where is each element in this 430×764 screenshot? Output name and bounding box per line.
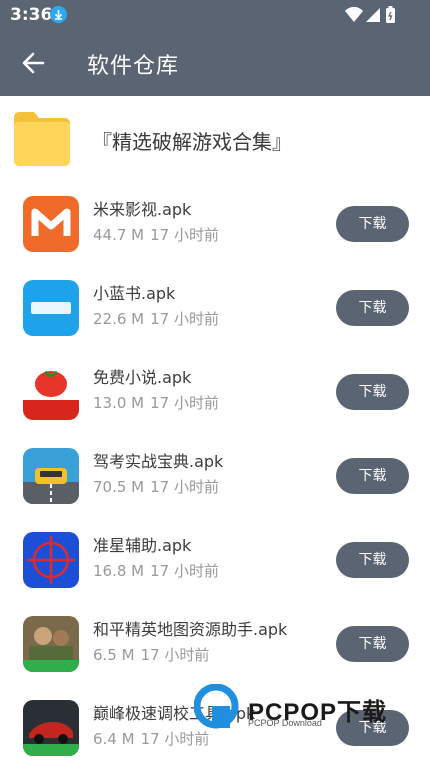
wifi-icon: [345, 6, 363, 22]
milai-video-icon: [23, 196, 79, 252]
app-size: 13.0 M: [93, 394, 145, 412]
app-time: 17 小时前: [150, 478, 219, 496]
download-notification-icon: [50, 6, 67, 23]
app-meta: 6.5 M 17 小时前: [93, 644, 209, 665]
download-button[interactable]: 下载: [336, 374, 409, 410]
app-name: 小蓝书.apk: [93, 284, 176, 303]
app-time: 17 小时前: [150, 226, 219, 244]
list-item[interactable]: 免费小说.apk 13.0 M 17 小时前 下载: [0, 350, 430, 434]
app-time: 17 小时前: [140, 646, 210, 664]
signal-icon: [366, 8, 380, 22]
status-icons: [344, 6, 400, 28]
folder-icon: [12, 110, 72, 168]
download-button[interactable]: 下载: [336, 542, 409, 578]
folder-row[interactable]: 『精选破解游戏合集』: [0, 96, 430, 182]
watermark: PCPOP下载 PCPOP Download: [194, 684, 410, 734]
status-bar: 3:36: [0, 0, 430, 30]
racing-tuning-icon: [23, 700, 79, 756]
app-name: 准星辅助.apk: [93, 536, 192, 555]
app-time: 17 小时前: [150, 394, 219, 412]
game-map-icon: [23, 616, 79, 672]
battery-icon: [386, 6, 395, 23]
app-time: 17 小时前: [150, 562, 219, 580]
list-item[interactable]: 米来影视.apk 44.7 M 17 小时前 下载: [0, 182, 430, 266]
page-title: 软件仓库: [87, 54, 180, 79]
app-size: 70.5 M: [93, 478, 145, 496]
app-meta: 13.0 M 17 小时前: [93, 392, 219, 413]
crosshair-icon: [23, 532, 79, 588]
folder-label: 『精选破解游戏合集』: [92, 130, 292, 154]
tomato-novel-icon: [23, 364, 79, 420]
app-meta: 44.7 M 17 小时前: [93, 224, 219, 245]
download-button[interactable]: 下载: [336, 458, 409, 494]
list-item[interactable]: 和平精英地图资源助手.apk 6.5 M 17 小时前 下载: [0, 602, 430, 686]
driving-test-icon: [23, 448, 79, 504]
app-time: 17 小时前: [150, 310, 219, 328]
app-size: 22.6 M: [93, 310, 145, 328]
app-meta: 22.6 M 17 小时前: [93, 308, 219, 329]
app-size: 44.7 M: [93, 226, 145, 244]
list-item[interactable]: 驾考实战宝典.apk 70.5 M 17 小时前 下载: [0, 434, 430, 518]
pcpop-logo-icon: [194, 684, 239, 729]
app-meta: 6.4 M 17 小时前: [93, 728, 209, 749]
app-size: 6.4 M: [93, 730, 135, 748]
app-size: 16.8 M: [93, 562, 145, 580]
download-button[interactable]: 下载: [336, 290, 409, 326]
app-size: 6.5 M: [93, 646, 135, 664]
list-item[interactable]: 小蓝书.apk 22.6 M 17 小时前 下载: [0, 266, 430, 350]
app-bar: 软件仓库: [0, 30, 430, 96]
app-name: 免费小说.apk: [93, 368, 192, 387]
xiaolanshu-icon: [23, 280, 79, 336]
list-item[interactable]: 准星辅助.apk 16.8 M 17 小时前 下载: [0, 518, 430, 602]
status-time: 3:36: [10, 5, 53, 25]
download-button[interactable]: 下载: [336, 206, 409, 242]
app-name: 米来影视.apk: [93, 200, 192, 219]
app-name: 和平精英地图资源助手.apk: [93, 620, 288, 639]
download-button[interactable]: 下载: [336, 626, 409, 662]
back-button[interactable]: [14, 43, 54, 83]
watermark-subtext: PCPOP Download: [248, 718, 322, 728]
app-meta: 16.8 M 17 小时前: [93, 560, 219, 581]
app-meta: 70.5 M 17 小时前: [93, 476, 219, 497]
app-name: 驾考实战宝典.apk: [93, 452, 224, 471]
arrow-left-icon: [22, 52, 45, 74]
